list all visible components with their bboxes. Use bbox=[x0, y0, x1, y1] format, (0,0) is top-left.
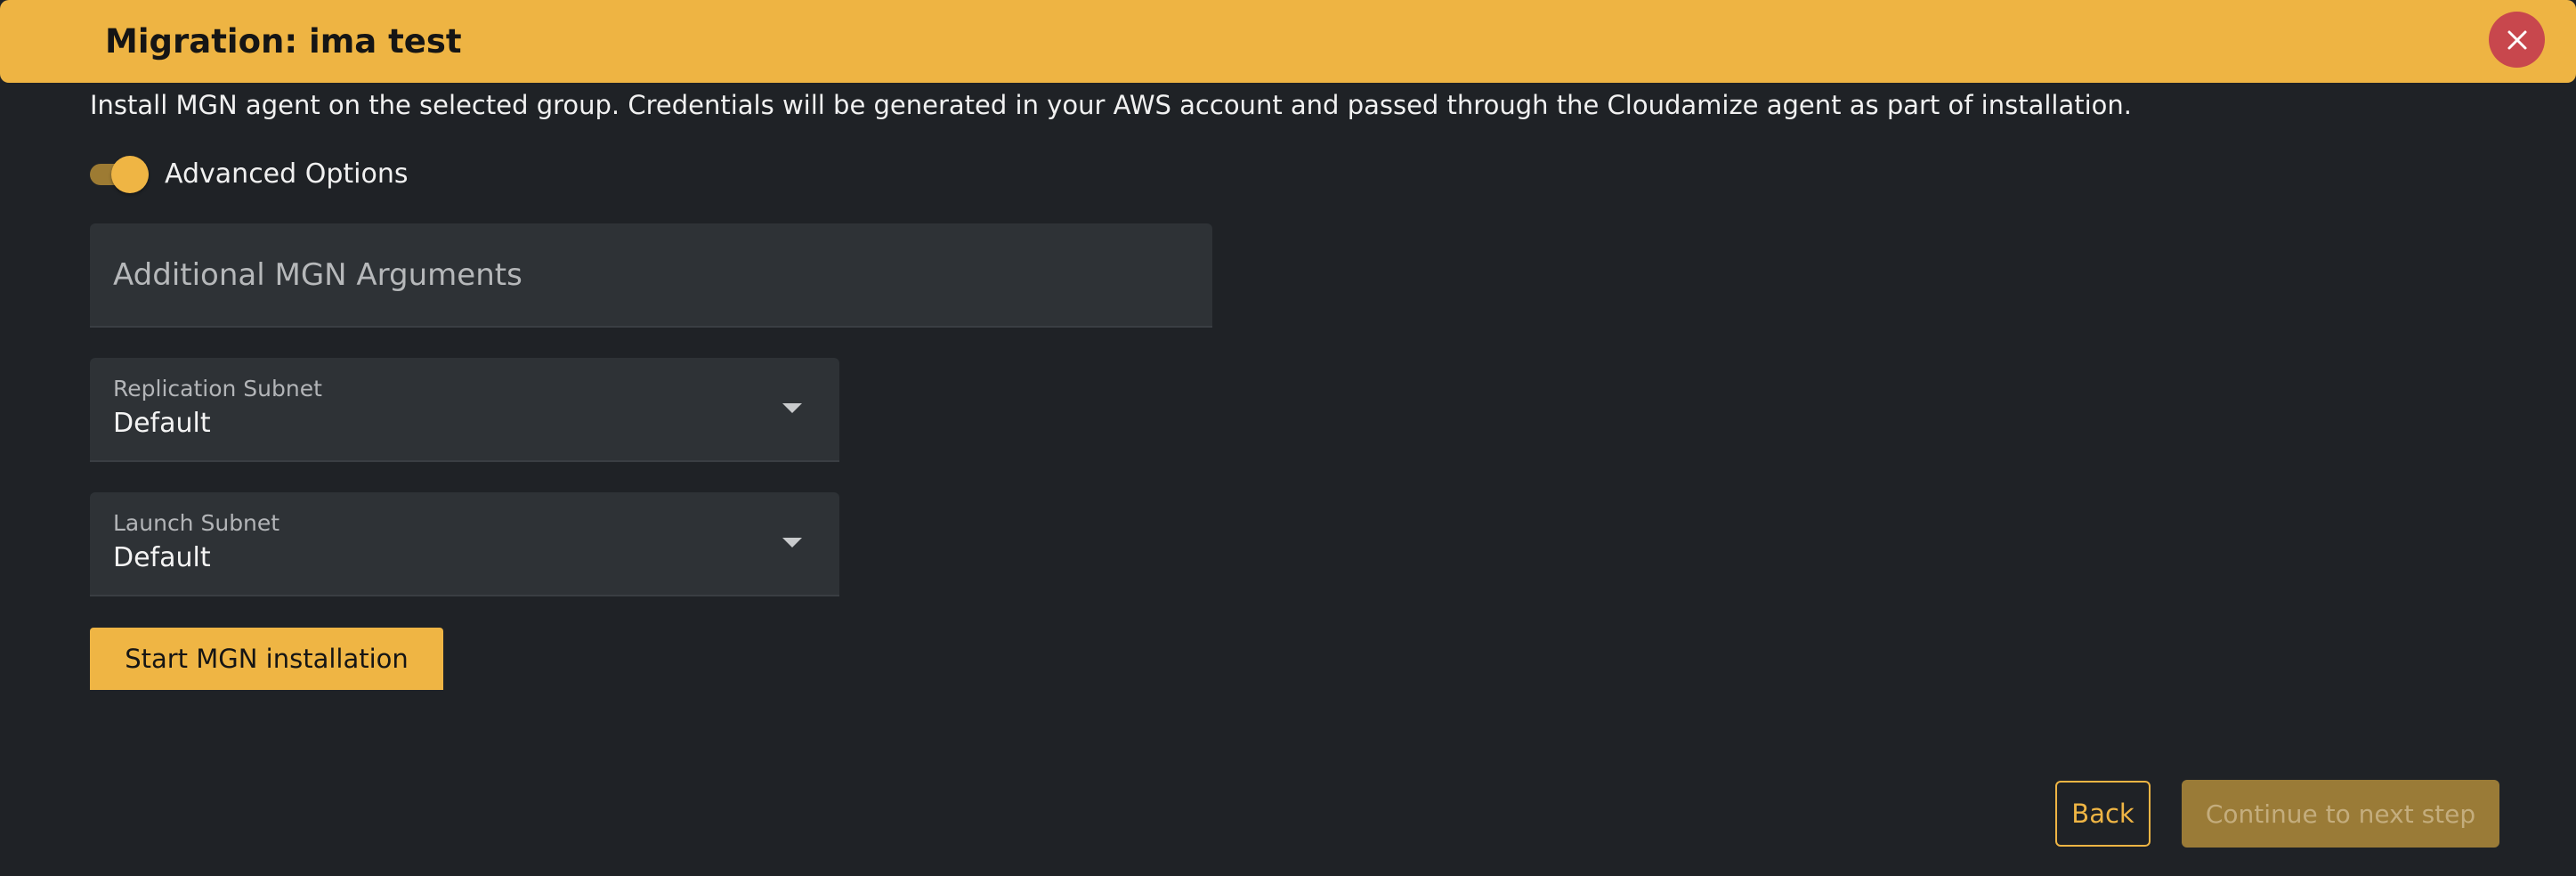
dialog-title: Migration: ima test bbox=[105, 22, 462, 61]
launch-subnet-value: Default bbox=[113, 542, 211, 573]
migration-dialog: Migration: ima test Install MGN agent on… bbox=[0, 0, 2576, 876]
install-description: Install MGN agent on the selected group.… bbox=[90, 90, 2133, 120]
continue-to-next-step-button[interactable]: Continue to next step bbox=[2182, 780, 2499, 848]
chevron-down-icon bbox=[782, 403, 802, 413]
advanced-options-row: Advanced Options bbox=[90, 153, 408, 194]
additional-mgn-arguments-field bbox=[90, 223, 1212, 328]
toggle-thumb bbox=[111, 156, 149, 193]
dialog-header: Migration: ima test bbox=[0, 0, 2576, 83]
replication-subnet-value: Default bbox=[113, 408, 211, 439]
close-icon bbox=[2507, 30, 2526, 49]
close-button[interactable] bbox=[2489, 12, 2545, 68]
replication-subnet-label: Replication Subnet bbox=[113, 376, 322, 402]
launch-subnet-label: Launch Subnet bbox=[113, 510, 280, 536]
back-button[interactable]: Back bbox=[2055, 781, 2151, 847]
additional-mgn-arguments-input[interactable] bbox=[90, 223, 1212, 326]
advanced-options-toggle[interactable] bbox=[90, 153, 150, 194]
launch-subnet-select[interactable]: Launch Subnet Default bbox=[90, 492, 839, 596]
advanced-options-label: Advanced Options bbox=[165, 158, 409, 190]
replication-subnet-select[interactable]: Replication Subnet Default bbox=[90, 358, 839, 462]
chevron-down-icon bbox=[782, 538, 802, 548]
start-mgn-installation-button[interactable]: Start MGN installation bbox=[90, 628, 443, 690]
